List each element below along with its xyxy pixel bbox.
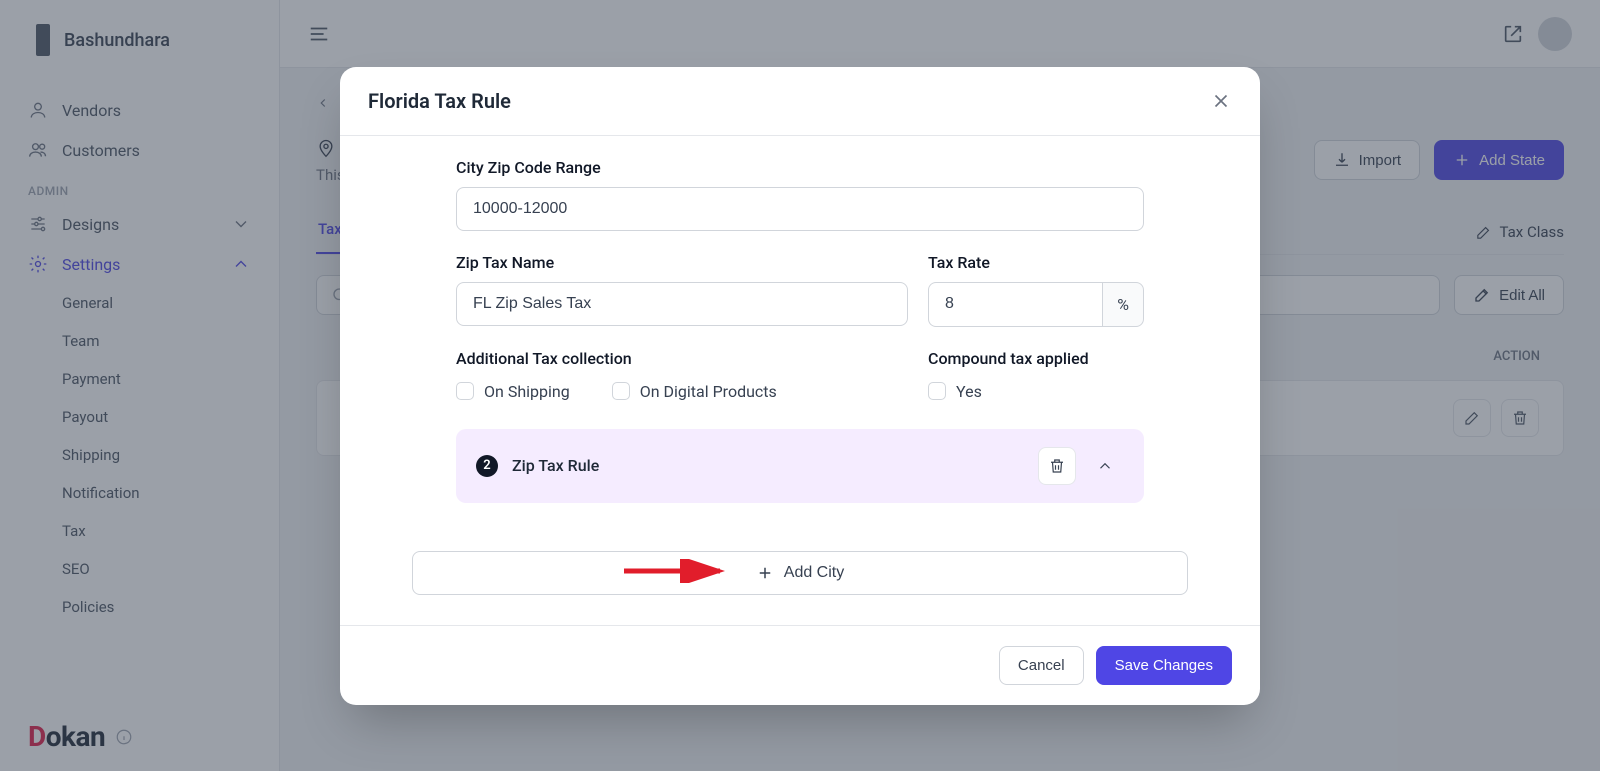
city-zip-label: City Zip Code Range <box>456 158 1144 177</box>
zip-tax-name-label: Zip Tax Name <box>456 253 908 272</box>
save-button[interactable]: Save Changes <box>1096 646 1232 685</box>
city-zip-input[interactable] <box>456 187 1144 231</box>
delete-zip-rule-button[interactable] <box>1038 447 1076 485</box>
checkbox-icon <box>456 382 474 400</box>
cancel-button[interactable]: Cancel <box>999 646 1084 685</box>
checkbox-compound-yes[interactable]: Yes <box>928 382 982 401</box>
checkbox-on-digital[interactable]: On Digital Products <box>612 382 777 401</box>
compound-label: Compound tax applied <box>928 349 1144 368</box>
tax-rate-label: Tax Rate <box>928 253 1144 272</box>
modal-body: City Zip Code Range Zip Tax Name Tax Rat… <box>340 136 1260 625</box>
close-icon[interactable] <box>1210 90 1232 112</box>
cancel-label: Cancel <box>1018 657 1065 674</box>
modal: Florida Tax Rule City Zip Code Range Zip… <box>340 67 1260 705</box>
modal-overlay: Florida Tax Rule City Zip Code Range Zip… <box>0 0 1600 771</box>
on-shipping-label: On Shipping <box>484 382 570 401</box>
modal-title: Florida Tax Rule <box>368 89 511 113</box>
zip-rule-title: Zip Tax Rule <box>512 456 1024 475</box>
checkbox-on-shipping[interactable]: On Shipping <box>456 382 570 401</box>
additional-label: Additional Tax collection <box>456 349 908 368</box>
chevron-up-icon <box>1096 457 1114 475</box>
modal-footer: Cancel Save Changes <box>340 625 1260 705</box>
save-label: Save Changes <box>1115 657 1213 674</box>
zip-tax-name-input[interactable] <box>456 282 908 326</box>
rule-number-badge: 2 <box>476 455 498 477</box>
tax-rate-input[interactable] <box>928 282 1102 327</box>
on-digital-label: On Digital Products <box>640 382 777 401</box>
arrow-annotation <box>624 559 734 583</box>
checkbox-icon <box>612 382 630 400</box>
collapse-zip-rule-button[interactable] <box>1086 447 1124 485</box>
tax-rate-unit: % <box>1102 282 1144 327</box>
zip-tax-rule-card: 2 Zip Tax Rule <box>456 429 1144 503</box>
add-city-label: Add City <box>784 564 844 582</box>
add-city-button[interactable]: Add City <box>412 551 1188 595</box>
trash-icon <box>1048 457 1066 475</box>
checkbox-icon <box>928 382 946 400</box>
yes-label: Yes <box>956 382 982 401</box>
plus-icon <box>756 564 774 582</box>
modal-header: Florida Tax Rule <box>340 67 1260 136</box>
